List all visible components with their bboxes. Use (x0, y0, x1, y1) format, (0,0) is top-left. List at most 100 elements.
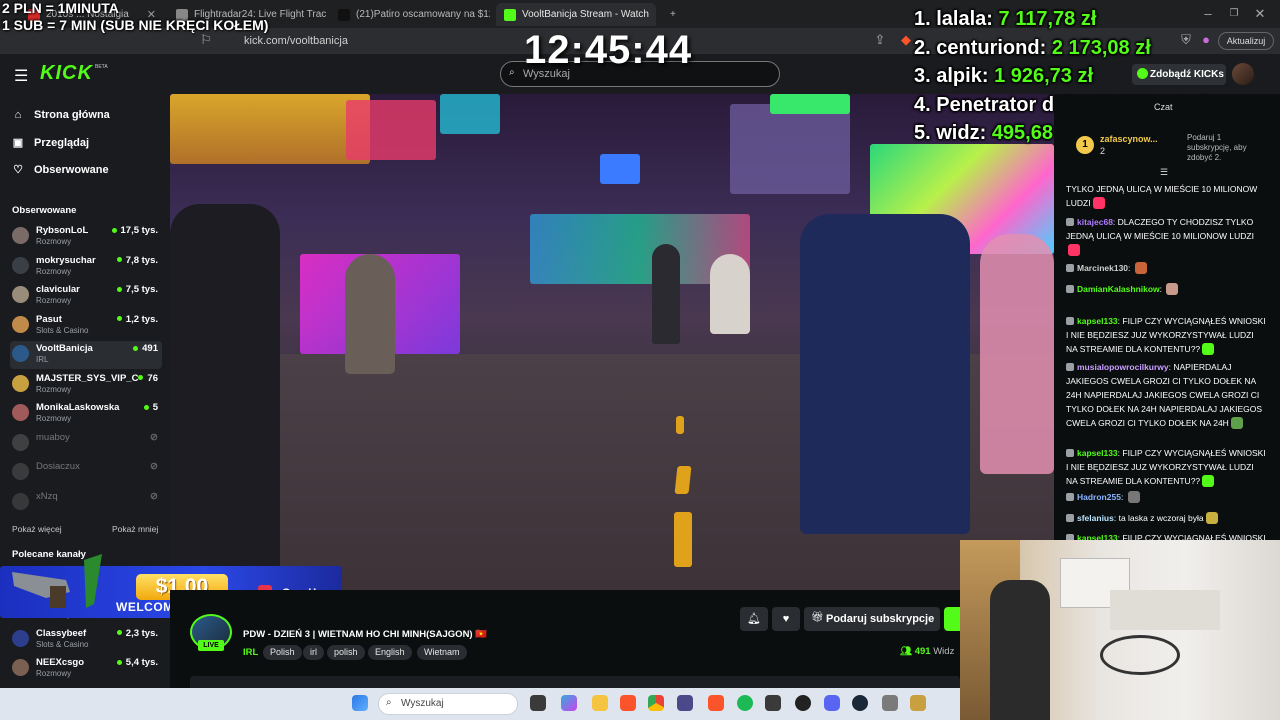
brave-shield-icon[interactable]: ◆ (898, 32, 914, 48)
gift-prompt[interactable]: Podaruj 1 subskrypcję, aby zdobyć 2. (1176, 133, 1256, 163)
calculator-icon[interactable] (882, 695, 898, 711)
bookmark-icon[interactable]: ⚐ (198, 32, 214, 48)
stream-tag[interactable]: irl (303, 645, 324, 660)
channel-item[interactable]: clavicular Rozmowy 7,5 tys. (10, 282, 162, 310)
lane-marking (674, 512, 692, 567)
browser-tab[interactable]: (21)Patiro oscamowany na $1200 #p✕ (330, 3, 490, 26)
channel-avatar (12, 227, 29, 244)
chat-username[interactable]: DamianKalashnikow (1077, 284, 1160, 294)
channel-item[interactable]: NEEXcsgo Rozmowy 5,4 tys. (10, 655, 162, 683)
user-avatar[interactable] (1232, 63, 1254, 85)
channel-name: NEEXcsgo (36, 657, 85, 668)
copilot-icon[interactable] (561, 695, 577, 711)
leaderboard-name: lalala: (936, 8, 993, 30)
tab-close-icon[interactable]: ✕ (655, 8, 656, 21)
channel-viewer-count: 2,3 tys. (125, 627, 158, 639)
spotify-icon[interactable] (737, 695, 753, 711)
kick-logo[interactable]: KICK (40, 62, 93, 85)
live-dot-icon (116, 286, 122, 292)
chat-username[interactable]: kitajec68 (1077, 217, 1113, 227)
lane-marking (674, 466, 692, 494)
channel-item[interactable]: muaboy ⊘ (10, 430, 162, 458)
chrome-icon[interactable] (648, 695, 664, 711)
vpn-icon[interactable]: ⛨ (1178, 32, 1194, 48)
wallet-icon[interactable]: ● (1198, 32, 1214, 48)
pinned-toggle-icon[interactable]: ☰ (1160, 167, 1168, 178)
channel-viewers: 5,4 tys. (116, 657, 158, 668)
live-dot-icon (111, 227, 117, 233)
steam-icon[interactable] (852, 695, 868, 711)
show-more-link[interactable]: Pokaż więcej (12, 524, 62, 534)
stream-tag[interactable]: Wietnam (417, 645, 467, 660)
file-explorer-icon[interactable] (592, 695, 608, 711)
close-window-icon[interactable]: ✕ (1252, 6, 1268, 22)
share-icon[interactable]: ⇪ (872, 32, 888, 48)
channel-category: Rozmowy (36, 296, 72, 305)
browser-tab[interactable]: VooltBanicja Stream - Watch ✕ (496, 3, 656, 26)
channel-viewer-count: 1,2 tys. (125, 313, 158, 325)
channel-item[interactable]: Classybeef Slots & Casino 2,3 tys. (10, 626, 162, 654)
channel-item[interactable]: MonikaLaskowska Rozmowy 5 (10, 400, 162, 428)
start-icon[interactable] (352, 695, 368, 711)
emote-icon (1068, 244, 1080, 256)
followed-heading: Obserwowane (12, 205, 77, 216)
minimize-icon[interactable]: – (1200, 6, 1216, 22)
show-less-link[interactable]: Pokaż mniej (112, 524, 158, 534)
live-badge: LIVE (198, 640, 224, 651)
video-player[interactable] (170, 94, 1054, 590)
heart-button[interactable]: ♥ (772, 607, 800, 631)
channel-item[interactable]: xNzq ⊘ (10, 489, 162, 517)
sidebar-nav-item[interactable]: ♡ Obserwowane (12, 163, 109, 177)
chat-username[interactable]: Marcinek130 (1077, 263, 1128, 273)
brave-active-icon[interactable] (708, 695, 724, 711)
taskview-icon[interactable] (530, 695, 546, 711)
channel-viewer-count: 491 (142, 343, 158, 354)
app-icon[interactable] (677, 695, 693, 711)
channel-viewer-count: 5 (152, 402, 158, 413)
chat-username[interactable]: Hadron255 (1077, 492, 1121, 502)
channel-item[interactable]: VooltBanicja IRL 491 (10, 341, 162, 369)
chat-username[interactable]: musialopowrocilkurwy (1077, 362, 1169, 372)
channel-item[interactable]: Pasut Slots & Casino 1,2 tys. (10, 312, 162, 340)
chat-username[interactable]: sfelanius (1077, 513, 1114, 523)
taskbar-search[interactable]: Wyszukaj (378, 693, 518, 715)
channel-name: Classybeef (36, 627, 87, 639)
top-gifter-count: 2 (1100, 146, 1106, 156)
update-button[interactable]: Aktualizuj (1218, 32, 1274, 50)
sidebar-nav-item[interactable]: ⌂ Strona główna (12, 109, 110, 121)
channel-name: muaboy (36, 431, 70, 443)
obs-icon[interactable] (795, 695, 811, 711)
channel-item[interactable]: mokrysuchar Rozmowy 7,8 tys. (10, 253, 162, 281)
menu-icon[interactable]: ☰ (14, 66, 28, 86)
stream-category[interactable]: IRL (243, 647, 258, 658)
chat-message: musialopowrocilkurwy: NAPIERDALAJ JAKIEG… (1066, 362, 1263, 429)
chat-username[interactable]: kapsel133 (1077, 448, 1118, 458)
notification-bell-icon[interactable]: 🔔︎ (740, 607, 768, 631)
channel-name: VooltBanicja (36, 343, 93, 354)
stream-tag[interactable]: polish (327, 645, 365, 660)
sidebar-nav-item[interactable]: ▣ Przeglądaj (12, 136, 89, 150)
tab-title: (21)Patiro oscamowany na $1200 #p (356, 9, 490, 20)
stream-tag[interactable]: Polish (263, 645, 302, 660)
maximize-icon[interactable]: ❐ (1226, 6, 1242, 22)
chat-message: Hadron255: (1066, 490, 1266, 504)
brave-icon[interactable] (620, 695, 636, 711)
gift-sub-button[interactable]: Podaruj subskrypcje (804, 607, 940, 631)
leaderboard-amount: 2 173,08 zł (1051, 36, 1151, 59)
person-silhouette (345, 254, 395, 374)
leaderboard-rank: 4. (914, 93, 931, 116)
emote-icon (1202, 343, 1215, 355)
discord-icon[interactable] (824, 695, 840, 711)
channel-avatar (12, 374, 29, 392)
top-gifter-name[interactable]: zafascynow... (1100, 134, 1158, 144)
webcam-overlay (960, 540, 1280, 720)
channel-item[interactable]: MAJSTER_SYS_VIP_C Rozmowy 76 (10, 371, 162, 399)
new-tab-button[interactable]: + (662, 3, 682, 26)
league-icon[interactable] (910, 695, 926, 711)
channel-item[interactable]: RybsonLoL Rozmowy 17,5 tys. (10, 223, 162, 251)
user-badge-icon (1066, 285, 1074, 293)
app-icon[interactable] (765, 695, 781, 711)
channel-item[interactable]: Dosiaczux ⊘ (10, 459, 162, 487)
chat-username[interactable]: kapsel133 (1077, 316, 1118, 326)
stream-tag[interactable]: English (368, 645, 412, 660)
